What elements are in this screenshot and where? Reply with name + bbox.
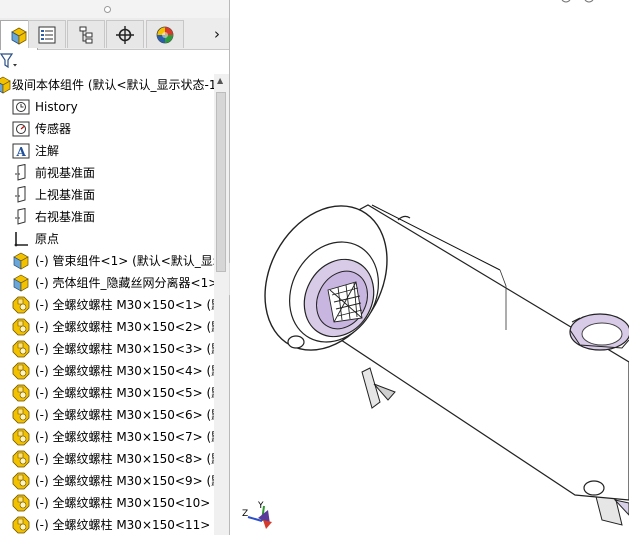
tree-item[interactable]: History <box>0 96 214 118</box>
tree-item-label: 原点 <box>35 232 60 246</box>
filter-funnel-icon[interactable] <box>0 52 20 70</box>
root-assembly-icon <box>0 76 12 94</box>
tree-item[interactable]: (-) 全螺纹螺柱 M30×150<2> (默 <box>0 316 214 338</box>
tree-item-label: 传感器 <box>35 122 72 136</box>
part-icon <box>12 450 30 468</box>
annotation-icon: A <box>12 142 30 160</box>
part-icon <box>12 406 30 424</box>
assembly-cube-icon <box>11 27 27 45</box>
part-icon <box>12 516 30 534</box>
coordinate-triad: Y Z <box>242 501 272 529</box>
tree-item[interactable]: (-) 全螺纹螺柱 M30×150<1> (默 <box>0 294 214 316</box>
tree-item-label: (-) 壳体组件_隐藏丝网分离器<1> ( <box>35 276 214 290</box>
tree-scrollbar[interactable]: ▲ <box>214 74 229 535</box>
scroll-up-arrow-icon[interactable]: ▲ <box>217 76 223 85</box>
feature-manager-panel: › 级间本体组件 (默认<默认_显示状态-1 History 传感器 A 注解前视基准面… <box>0 0 230 535</box>
pressure-vessel-model[interactable]: Y Z <box>230 0 629 535</box>
tree-item-label: (-) 全螺纹螺柱 M30×150<7> (默 <box>35 430 214 444</box>
graphics-area[interactable]: Y Z <box>230 0 629 535</box>
tree-root-assembly[interactable]: 级间本体组件 (默认<默认_显示状态-1 <box>0 74 214 96</box>
tree-item-label: (-) 全螺纹螺柱 M30×150<6> (默 <box>35 408 214 422</box>
part-icon <box>12 494 30 512</box>
history-icon <box>12 98 30 116</box>
tab-propertymanager[interactable] <box>28 20 66 48</box>
tree-item-label: (-) 全螺纹螺柱 M30×150<4> (默 <box>35 364 214 378</box>
tree-item-label: (-) 全螺纹螺柱 M30×150<10> ( <box>35 496 214 510</box>
tab-dimxpert[interactable] <box>106 20 144 48</box>
tab-configurationmanager[interactable] <box>67 20 105 48</box>
tree-item-label: History <box>35 100 78 114</box>
filter-row <box>0 50 229 73</box>
tab-display-manager[interactable] <box>146 20 184 48</box>
tree-item-label: (-) 全螺纹螺柱 M30×150<8> (默 <box>35 452 214 466</box>
tree-item-label: (-) 全螺纹螺柱 M30×150<3> (默 <box>35 342 214 356</box>
tree-item[interactable]: 右视基准面 <box>0 206 214 228</box>
tree-item-label: (-) 全螺纹螺柱 M30×150<2> (默 <box>35 320 214 334</box>
tree-item[interactable]: 上视基准面 <box>0 184 214 206</box>
plane-icon <box>12 185 30 204</box>
appearance-ball-icon <box>156 26 174 43</box>
tree-item[interactable]: (-) 壳体组件_隐藏丝网分离器<1> ( <box>0 272 214 294</box>
tree-item-label: 上视基准面 <box>35 188 96 202</box>
tree-item-label: 前视基准面 <box>35 166 96 180</box>
svg-text:A: A <box>16 145 27 159</box>
plane-icon <box>12 207 30 226</box>
sensor-icon <box>12 120 30 138</box>
crosshair-icon <box>116 25 134 44</box>
configuration-icon <box>79 26 93 43</box>
triad-y-label: Y <box>257 501 264 511</box>
part-icon <box>12 296 30 314</box>
manager-tab-bar: › <box>0 18 229 50</box>
tree-item[interactable]: 传感器 <box>0 118 214 140</box>
tree-item-label: (-) 管束组件<1> (默认<默认_显示 <box>35 254 214 268</box>
part-icon <box>12 384 30 402</box>
tree-item[interactable]: (-) 全螺纹螺柱 M30×150<10> ( <box>0 492 214 514</box>
tree-item[interactable]: 原点 <box>0 228 214 250</box>
tree-item-label: 右视基准面 <box>35 210 96 224</box>
scroll-thumb[interactable] <box>216 92 226 272</box>
origin-icon <box>12 230 30 248</box>
tree-item[interactable]: A 注解 <box>0 140 214 162</box>
tree-item-label: (-) 全螺纹螺柱 M30×150<11> ( <box>35 518 214 532</box>
feature-tree: 级间本体组件 (默认<默认_显示状态-1 History 传感器 A 注解前视基准面上视… <box>0 74 214 535</box>
part-icon <box>12 428 30 446</box>
tree-item-label: 注解 <box>35 144 60 158</box>
tree-item-label: 级间本体组件 (默认<默认_显示状态-1 <box>12 78 214 92</box>
triad-z-label: Z <box>242 509 248 519</box>
tree-item[interactable]: (-) 全螺纹螺柱 M30×150<8> (默 <box>0 448 214 470</box>
tree-item[interactable]: (-) 全螺纹螺柱 M30×150<4> (默 <box>0 360 214 382</box>
plane-icon <box>12 163 30 182</box>
tree-item[interactable]: (-) 全螺纹螺柱 M30×150<7> (默 <box>0 426 214 448</box>
tree-item[interactable]: 前视基准面 <box>0 162 214 184</box>
more-tabs-chevron-icon[interactable]: › <box>209 24 225 44</box>
property-list-icon <box>38 26 56 43</box>
tree-item[interactable]: (-) 全螺纹螺柱 M30×150<5> (默 <box>0 382 214 404</box>
tree-item[interactable]: (-) 全螺纹螺柱 M30×150<3> (默 <box>0 338 214 360</box>
tree-item[interactable]: (-) 全螺纹螺柱 M30×150<11> ( <box>0 514 214 535</box>
tree-item[interactable]: (-) 全螺纹螺柱 M30×150<9> (默 <box>0 470 214 492</box>
tree-item-label: (-) 全螺纹螺柱 M30×150<1> (默 <box>35 298 214 312</box>
grip-dot-icon <box>104 6 111 13</box>
subassembly-icon <box>12 252 30 270</box>
panel-grip[interactable] <box>0 0 229 18</box>
tree-item[interactable]: (-) 全螺纹螺柱 M30×150<6> (默 <box>0 404 214 426</box>
tree-item[interactable]: (-) 管束组件<1> (默认<默认_显示 <box>0 250 214 272</box>
tree-item-label: (-) 全螺纹螺柱 M30×150<5> (默 <box>35 386 214 400</box>
tree-item-label: (-) 全螺纹螺柱 M30×150<9> (默 <box>35 474 214 488</box>
part-icon <box>12 362 30 380</box>
part-icon <box>12 318 30 336</box>
subassembly-icon <box>12 274 30 292</box>
part-icon <box>12 472 30 490</box>
part-icon <box>12 340 30 358</box>
